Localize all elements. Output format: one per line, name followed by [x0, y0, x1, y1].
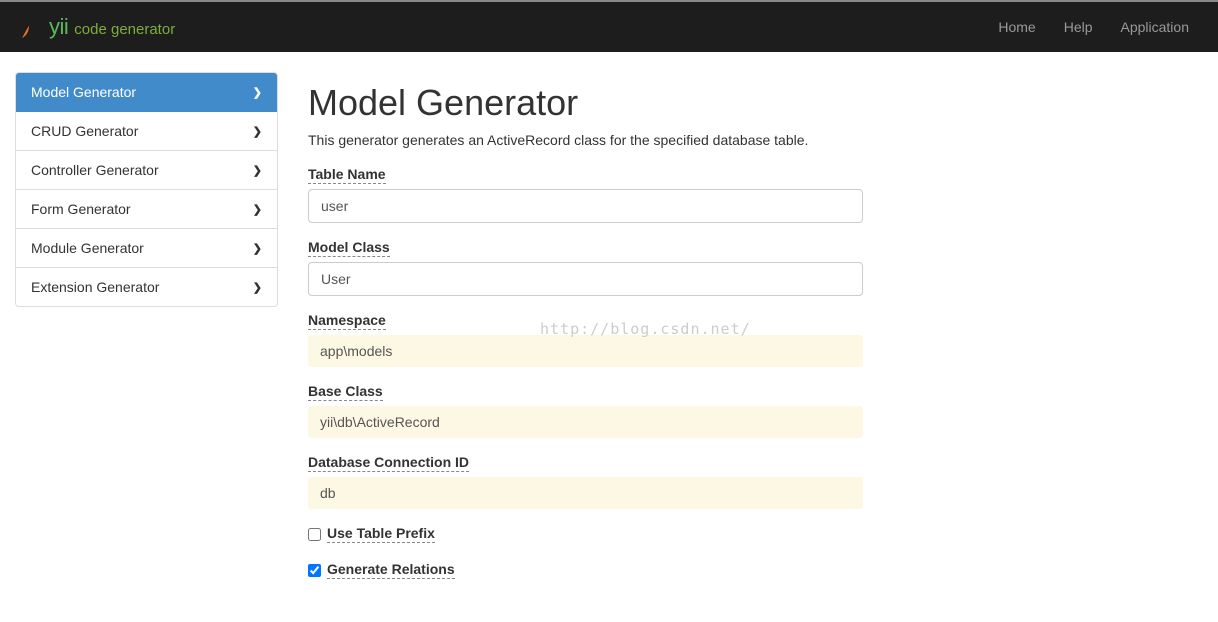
table-name-input[interactable] [308, 189, 863, 223]
chevron-right-icon: ❯ [253, 242, 262, 255]
sidebar-item-controller-generator[interactable]: Controller Generator ❯ [16, 151, 277, 190]
generate-relations-checkbox[interactable] [308, 564, 321, 577]
nav-help[interactable]: Help [1050, 4, 1107, 50]
chevron-right-icon: ❯ [253, 203, 262, 216]
page-title: Model Generator [308, 82, 1203, 124]
table-name-label: Table Name [308, 166, 386, 184]
generate-relations-label: Generate Relations [327, 561, 455, 579]
db-connection-label: Database Connection ID [308, 454, 469, 472]
form-group-generate-relations: Generate Relations [308, 561, 1203, 579]
sidebar-item-label: Model Generator [31, 84, 136, 100]
sidebar-item-label: Extension Generator [31, 279, 159, 295]
page-description: This generator generates an ActiveRecord… [308, 132, 1203, 148]
use-table-prefix-checkbox[interactable] [308, 528, 321, 541]
sidebar-item-form-generator[interactable]: Form Generator ❯ [16, 190, 277, 229]
sidebar-item-model-generator[interactable]: Model Generator ❯ [16, 73, 277, 112]
form-group-namespace: Namespace app\models [308, 312, 1203, 367]
form-group-base-class: Base Class yii\db\ActiveRecord [308, 383, 1203, 438]
model-class-input[interactable] [308, 262, 863, 296]
brand[interactable]: yii code generator [15, 13, 175, 41]
nav-links: Home Help Application [984, 4, 1203, 50]
nav-home[interactable]: Home [984, 4, 1049, 50]
use-table-prefix-label: Use Table Prefix [327, 525, 435, 543]
form-group-table-name: Table Name [308, 166, 1203, 223]
chevron-right-icon: ❯ [253, 281, 262, 294]
sidebar-item-label: Module Generator [31, 240, 144, 256]
sidebar-item-label: CRUD Generator [31, 123, 138, 139]
sidebar-item-module-generator[interactable]: Module Generator ❯ [16, 229, 277, 268]
sidebar-item-label: Form Generator [31, 201, 131, 217]
brand-yii-text: yii [49, 14, 68, 40]
form-group-model-class: Model Class [308, 239, 1203, 296]
main-content: Model Generator This generator generates… [308, 72, 1203, 597]
form-group-db-connection: Database Connection ID db [308, 454, 1203, 509]
sidebar-item-crud-generator[interactable]: CRUD Generator ❯ [16, 112, 277, 151]
base-class-value[interactable]: yii\db\ActiveRecord [308, 406, 863, 438]
form-group-use-table-prefix: Use Table Prefix [308, 525, 1203, 543]
sidebar: Model Generator ❯ CRUD Generator ❯ Contr… [15, 72, 278, 597]
base-class-label: Base Class [308, 383, 383, 401]
chevron-right-icon: ❯ [253, 164, 262, 177]
chevron-right-icon: ❯ [253, 125, 262, 138]
namespace-label: Namespace [308, 312, 386, 330]
brand-sub-text: code generator [74, 21, 175, 38]
namespace-value[interactable]: app\models [308, 335, 863, 367]
yii-logo-icon [15, 13, 43, 41]
sidebar-item-extension-generator[interactable]: Extension Generator ❯ [16, 268, 277, 306]
navbar: yii code generator Home Help Application [0, 2, 1218, 52]
model-class-label: Model Class [308, 239, 390, 257]
sidebar-item-label: Controller Generator [31, 162, 159, 178]
nav-application[interactable]: Application [1107, 4, 1204, 50]
db-connection-value[interactable]: db [308, 477, 863, 509]
chevron-right-icon: ❯ [253, 86, 262, 99]
generator-list: Model Generator ❯ CRUD Generator ❯ Contr… [15, 72, 278, 307]
